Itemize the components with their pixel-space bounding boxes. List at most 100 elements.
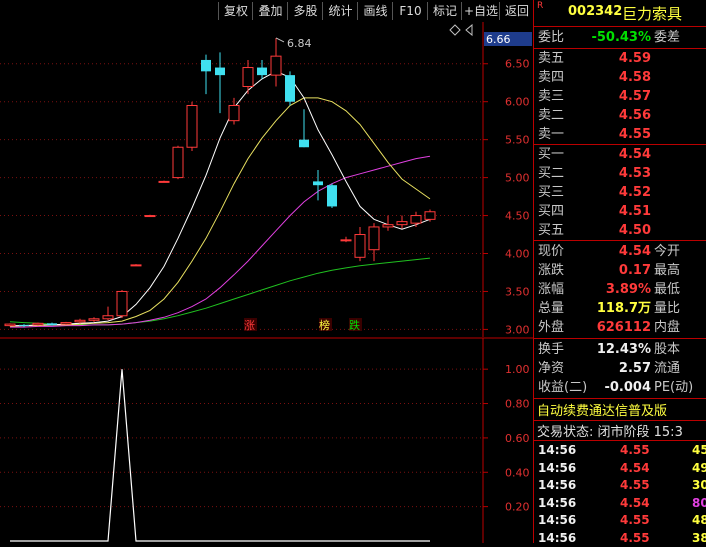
ask-price: 4.57: [618, 89, 651, 104]
candle-body-up[interactable]: [382, 224, 394, 228]
tick-trade-row[interactable]: 14:56 4.55 48: [534, 511, 706, 529]
ask-label: 卖一: [538, 127, 565, 142]
toolbar-button-0[interactable]: 复权: [218, 2, 253, 20]
candle-body-up[interactable]: [32, 322, 44, 326]
signal-marker[interactable]: 榜: [319, 318, 330, 332]
candle-body-up[interactable]: [144, 215, 156, 218]
tick-trade-row[interactable]: 14:56 4.55 45: [534, 441, 706, 459]
candle-body-up[interactable]: [396, 221, 408, 226]
price-tick-label: 6.00: [505, 96, 530, 109]
candle-body-up[interactable]: [228, 104, 240, 122]
toolbar-button-7[interactable]: +自选: [461, 2, 500, 20]
tick-trade-row[interactable]: 14:56 4.55 30: [534, 476, 706, 494]
bid-price: 4.50: [618, 223, 651, 238]
bid-row[interactable]: 买三 4.52: [534, 183, 706, 202]
stat-label: 现价: [538, 244, 565, 259]
panel-separator: [534, 398, 706, 399]
candle-body-down[interactable]: [327, 185, 337, 207]
ask-row[interactable]: 卖三 4.57: [534, 87, 706, 106]
bid-label: 买三: [538, 185, 565, 200]
signal-marker[interactable]: 涨: [244, 319, 255, 332]
bid-row[interactable]: 买一 4.54: [534, 145, 706, 164]
trade-price: 4.55: [620, 478, 650, 492]
kline-chart-area[interactable]: 6.50 6.00 5.50 5.00 4.50 4.00 3.50 3.00 6.66 6.84…: [0, 22, 533, 543]
trade-time: 14:56: [538, 530, 577, 545]
ma10-line: [9, 97, 431, 327]
trade-time: 14:56: [538, 460, 577, 475]
subscription-notice[interactable]: 自动续费通达信普及版: [537, 400, 706, 419]
toolbar-button-6[interactable]: 标记: [427, 2, 462, 20]
stock-name: 巨力索具: [622, 5, 683, 23]
candle-body-down[interactable]: [285, 75, 295, 102]
bid-row[interactable]: 买四 4.51: [534, 202, 706, 221]
candle-body-down[interactable]: [257, 67, 267, 76]
candle-body-up[interactable]: [242, 67, 254, 88]
weibi-value: -50.43%: [591, 30, 651, 45]
stat-label-2: 今开: [654, 244, 681, 259]
panel-separator: [534, 240, 706, 241]
candle-body-up[interactable]: [410, 215, 422, 224]
candle-body-up[interactable]: [270, 55, 282, 76]
toolbar-button-4[interactable]: 画线: [357, 2, 393, 20]
candle-body-down[interactable]: [19, 324, 29, 326]
current-price-tag-label: 6.66: [486, 33, 511, 46]
ask-label: 卖二: [538, 108, 565, 123]
toolbar-button-3[interactable]: 统计: [322, 2, 358, 20]
fundamental-label: 收益(二): [538, 380, 588, 395]
stat-label: 涨幅: [538, 282, 565, 297]
bid-row[interactable]: 买五 4.50: [534, 221, 706, 240]
candle-body-up[interactable]: [88, 318, 100, 321]
bid-price: 4.53: [618, 166, 651, 181]
toolbar-button-8[interactable]: 返回: [499, 2, 534, 20]
ask-row[interactable]: 卖五 4.59: [534, 49, 706, 68]
candle-body-down[interactable]: [47, 323, 57, 325]
trade-volume: 45: [692, 443, 706, 457]
tick-trade-row[interactable]: 14:56 4.54 49: [534, 459, 706, 477]
tick-trade-row[interactable]: 14:56 4.55 38: [534, 529, 706, 547]
tick-trade-row[interactable]: 14:56 4.54 80: [534, 494, 706, 512]
candle-body-up[interactable]: [158, 180, 170, 183]
kline-chart-svg[interactable]: 6.50 6.00 5.50 5.00 4.50 4.00 3.50 3.00 6.66 6.84…: [0, 22, 533, 543]
candle-body-up[interactable]: [186, 104, 198, 148]
candle-body-up[interactable]: [354, 234, 366, 258]
diamond-icon[interactable]: [449, 24, 461, 36]
candle-body-down[interactable]: [299, 139, 309, 148]
stat-label-2: 最低: [654, 282, 681, 297]
candle-body-up[interactable]: [74, 319, 86, 323]
fundamental-value: -0.004: [604, 380, 651, 395]
ask-row[interactable]: 卖二 4.56: [534, 106, 706, 125]
bid-price: 4.54: [618, 147, 651, 162]
price-tick-label: 3.00: [505, 323, 530, 336]
stat-row: 外盘 626112 内盘: [534, 318, 706, 337]
candle-body-up[interactable]: [4, 323, 16, 327]
collapse-arrow-icon[interactable]: [465, 23, 473, 37]
candle-body-up[interactable]: [172, 146, 184, 179]
candle-body-up[interactable]: [102, 315, 114, 320]
weibi-row: 委比 -50.43% 委差: [534, 28, 706, 47]
candle-body-down[interactable]: [313, 181, 323, 186]
candle-body-up[interactable]: [424, 211, 436, 220]
indicator-tick-label: 0.80: [505, 398, 530, 411]
candle-body-up[interactable]: [116, 290, 128, 317]
price-tick-label: 4.00: [505, 248, 530, 261]
fundamental-label-2: PE(动): [654, 380, 694, 395]
candle-body-down[interactable]: [215, 67, 225, 76]
stat-row: 总量 118.7万 量比: [534, 299, 706, 318]
stat-value: 0.17: [618, 263, 651, 278]
candle-body-up[interactable]: [368, 226, 380, 251]
toolbar-button-5[interactable]: F10: [392, 2, 428, 20]
toolbar-button-2[interactable]: 多股: [287, 2, 323, 20]
ask-row[interactable]: 卖四 4.58: [534, 68, 706, 87]
bid-label: 买五: [538, 223, 565, 238]
high-price-label: 6.84: [287, 37, 312, 50]
candle-body-up[interactable]: [60, 322, 72, 325]
candle-body-up[interactable]: [130, 264, 142, 267]
toolbar-button-1[interactable]: 叠加: [252, 2, 288, 20]
fundamental-row: 收益(二) -0.004 PE(动): [534, 378, 706, 397]
trade-volume: 38: [692, 530, 706, 545]
signal-marker[interactable]: 跌: [349, 318, 360, 332]
candle-body-up[interactable]: [340, 239, 352, 242]
ask-row[interactable]: 卖一 4.55: [534, 125, 706, 144]
candle-body-down[interactable]: [201, 59, 211, 72]
bid-row[interactable]: 买二 4.53: [534, 164, 706, 183]
